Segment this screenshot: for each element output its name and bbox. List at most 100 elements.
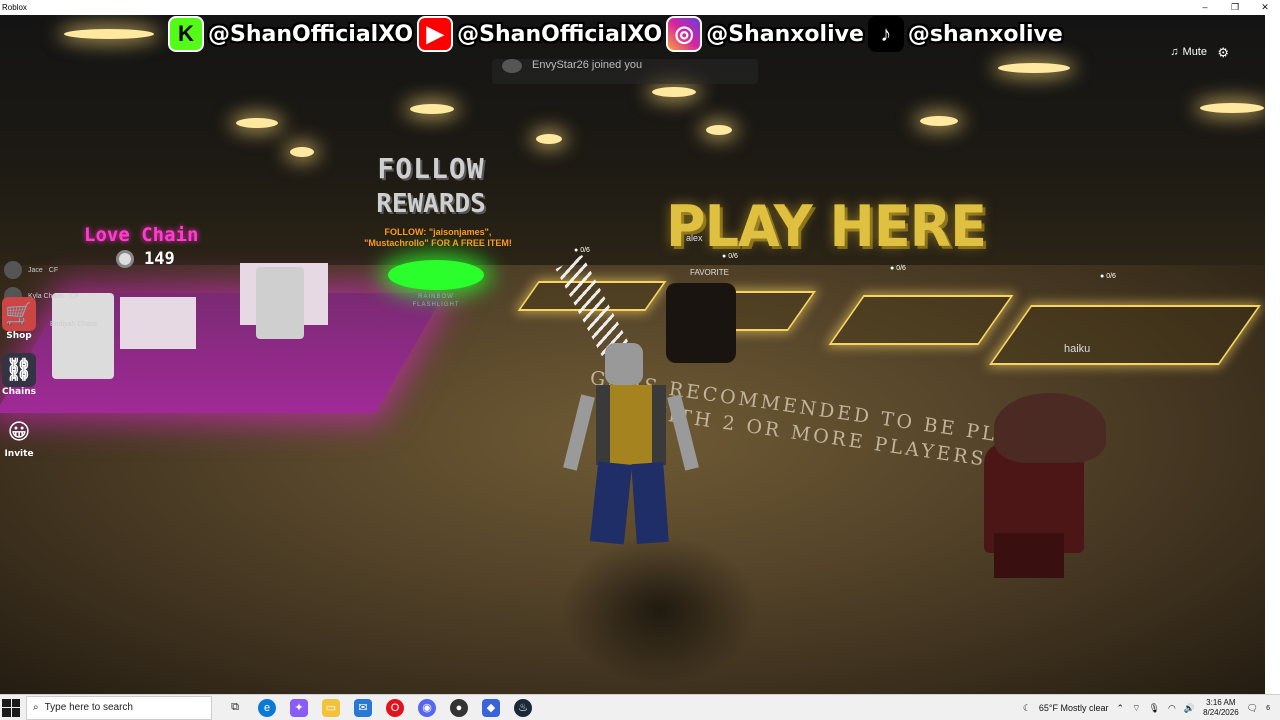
player-avatar <box>563 335 699 555</box>
tiktok-icon: ♪ <box>867 16 904 52</box>
weather-text[interactable]: 65°F Mostly clear <box>1039 703 1109 713</box>
ceiling-lamp <box>652 87 696 97</box>
file-explorer-icon[interactable]: ▭ <box>322 698 340 717</box>
search-placeholder: Type here to search <box>44 702 133 713</box>
window-controls: – ❐ ✕ <box>1190 0 1280 15</box>
kick-handle: @ShanOfficialXO <box>208 21 414 47</box>
follow-sign-line1: FOLLOW <box>377 152 485 185</box>
coin-value: 149 <box>144 249 175 269</box>
youtube-icon: ▶ <box>417 16 454 52</box>
join-notification-text: EnvyStar26 joined you <box>532 59 643 71</box>
flashlight-label-line1: RAINBOW <box>418 294 454 300</box>
invite-icon: 😀 <box>7 419 31 445</box>
play-here-sign: PLAY HERE <box>666 193 987 260</box>
avatar-legs <box>994 533 1064 578</box>
chains-button[interactable]: ⛓ Chains <box>0 353 38 407</box>
kick-icon: K <box>168 16 204 52</box>
shop-button[interactable]: 🛒 Shop <box>0 297 38 351</box>
notification-icon[interactable]: 🗨 <box>1247 703 1258 714</box>
avatar <box>502 59 522 73</box>
mute-label: Mute <box>1182 46 1207 58</box>
steam-icon[interactable]: ♨ <box>514 698 532 717</box>
invite-label: Invite <box>4 449 34 459</box>
chains-label: Chains <box>2 387 36 397</box>
discord-icon[interactable]: ◉ <box>418 698 436 717</box>
settings-icon[interactable]: ⚙ <box>1217 45 1229 61</box>
npc-avatar <box>52 293 114 379</box>
ceiling-lamp <box>1200 103 1264 113</box>
minimize-button[interactable]: – <box>1190 0 1220 15</box>
avatar <box>4 261 22 279</box>
chain-icon: ⛓ <box>2 353 36 387</box>
player-shadow <box>560 535 760 685</box>
tiktok-handle: @shanxolive <box>907 21 1063 47</box>
haiku-avatar[interactable] <box>974 393 1106 583</box>
game-viewport[interactable]: ● 0/6 ● 0/6 ● 0/6 ● 0/6 FAVORITE FOLLOW … <box>0 15 1265 694</box>
close-button[interactable]: ✕ <box>1250 0 1280 15</box>
roblox-window: Roblox – ❐ ✕ ● 0/6 ● 0/6 ● 0/6 ● 0/6 FAV… <box>0 0 1280 720</box>
avatar-head <box>605 343 643 385</box>
ceiling-lamp <box>706 125 732 135</box>
window-title: Roblox <box>2 3 27 12</box>
flashlight-label-line2: FLASHLIGHT <box>412 302 460 308</box>
ceiling-lamp <box>290 147 314 157</box>
player-count-icon: ● <box>1100 273 1105 280</box>
ceiling-lamp <box>236 118 278 128</box>
clock-time: 3:16 AM <box>1206 698 1236 707</box>
follow-note: FOLLOW: "jaisonjames", "Mustachrollo" FO… <box>348 227 528 249</box>
alex-nametag: alex <box>686 233 703 243</box>
ceiling-lamp <box>998 63 1070 73</box>
task-view-icon[interactable]: ⧉ <box>226 699 244 717</box>
taskbar-clock[interactable]: 3:16 AM 8/24/2026 <box>1203 698 1239 718</box>
join-notification: EnvyStar26 joined you <box>492 59 758 84</box>
wifi-icon[interactable]: ◠ <box>1168 703 1176 714</box>
volume-icon[interactable]: 🔊 <box>1184 703 1195 714</box>
player-name: Jace <box>28 266 43 274</box>
window-edge <box>1265 15 1280 694</box>
roblox-icon[interactable]: ◆ <box>482 698 500 717</box>
coin-icon <box>116 250 134 268</box>
rainbow-flashlight-pad[interactable] <box>388 260 484 290</box>
player-count-icon: ● <box>574 247 579 254</box>
youtube-handle: @ShanOfficialXO <box>457 21 663 47</box>
chevron-up-icon[interactable]: ⌃ <box>1117 703 1125 714</box>
gift-box <box>120 297 196 349</box>
mail-icon[interactable]: ✉ <box>354 698 372 717</box>
player-list-item[interactable]: Jace CF <box>4 261 58 279</box>
play-pad[interactable] <box>988 305 1262 365</box>
player-count-icon: ● <box>890 265 895 272</box>
follow-rewards-sign: FOLLOW REWARDS <box>356 152 506 219</box>
ceiling-lamp <box>920 116 958 126</box>
weather-icon: ☾ <box>1022 702 1031 713</box>
npc-avatar <box>256 267 304 339</box>
maximize-button[interactable]: ❐ <box>1220 0 1250 15</box>
avatar-hair <box>994 393 1106 463</box>
system-tray: ☾ 65°F Mostly clear ⌃ ⌔ 🎙 ◠ 🔊 3:16 AM 8/… <box>1023 695 1280 720</box>
copilot-icon[interactable]: ✦ <box>290 698 308 717</box>
pad-count: ● 0/6 <box>1100 273 1116 280</box>
app-icon[interactable]: ● <box>450 698 468 717</box>
opera-icon[interactable]: O <box>386 698 404 717</box>
shop-icon: 🛒 <box>2 297 36 331</box>
microphone-icon[interactable]: 🎙 <box>1149 703 1160 714</box>
instagram-handle: @Shanxolive <box>706 21 864 47</box>
flashlight-label: RAINBOW FLASHLIGHT <box>398 293 474 309</box>
shop-label: Shop <box>6 331 32 341</box>
social-banner: K @ShanOfficialXO ▶ @ShanOfficialXO ◎ @S… <box>168 12 1063 56</box>
pad-count: ● 0/6 <box>574 247 590 254</box>
invite-button[interactable]: 😀 Invite <box>0 415 38 469</box>
music-note-icon: ♫ <box>1170 46 1179 58</box>
avatar-leg <box>589 461 633 545</box>
edge-icon[interactable]: e <box>258 698 276 717</box>
notification-count: 6 <box>1266 704 1270 712</box>
follow-note-line1: FOLLOW: "jaisonjames", <box>384 227 492 237</box>
search-icon: ⌕ <box>33 702 39 713</box>
follow-sign-line2: REWARDS <box>376 189 486 219</box>
windows-start-icon[interactable] <box>2 698 20 717</box>
windows-taskbar: ⌕ Type here to search ⧉ e ✦ ▭ ✉ O ◉ ● ◆ … <box>0 694 1280 720</box>
network-icon[interactable]: ⌔ <box>1132 703 1140 714</box>
player-tag: CF <box>69 292 80 300</box>
love-chain-title: Love Chain <box>84 224 199 246</box>
mute-button[interactable]: ♫ Mute <box>1170 46 1207 58</box>
taskbar-search-input[interactable]: ⌕ Type here to search <box>26 695 212 720</box>
